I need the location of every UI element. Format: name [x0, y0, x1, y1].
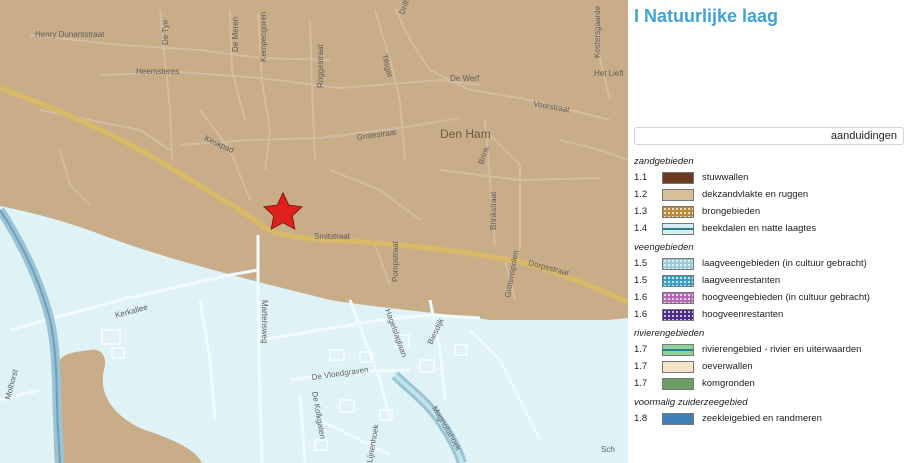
- legend-item-code: 1.5: [634, 258, 648, 269]
- label-den-ham: Den Ham: [440, 127, 491, 141]
- legend-group-heading: zandgebieden: [634, 156, 694, 167]
- legend-item-label: zeekleigebied en randmeren: [702, 413, 822, 424]
- legend-item-code: 1.2: [634, 189, 648, 200]
- legend-swatch: [662, 343, 694, 356]
- legend-item-code: 1.4: [634, 223, 648, 234]
- legend-swatch: [662, 274, 694, 287]
- legend-swatch: [662, 188, 694, 201]
- legend-swatch: [662, 222, 694, 235]
- legend-item-code: 1.8: [634, 413, 648, 424]
- legend-item-code: 1.1: [634, 172, 648, 183]
- legend-swatch: [662, 205, 694, 218]
- legend-item-label: stuwwallen: [702, 172, 749, 183]
- legend-item-label: komgronden: [702, 378, 755, 389]
- label-brinkstraat: Brinkstraat: [489, 191, 498, 230]
- legend-item-label: dekzandvlakte en ruggen: [702, 189, 809, 200]
- label-pompstraat: Pompstraat: [391, 240, 400, 282]
- label-de-werf: De Werf: [450, 74, 480, 83]
- legend-item: 1.6 hoogveengebieden (in cultuur gebracht…: [634, 289, 912, 306]
- label-roggestraat: Roggestraat: [316, 44, 325, 88]
- legend-item-label: laagveengebieden (in cultuur gebracht): [702, 258, 867, 269]
- legend-item-label: beekdalen en natte laagtes: [702, 223, 817, 234]
- label-de-tye: De Tye: [161, 19, 170, 45]
- legend-body: zandgebieden 1.1 stuwwallen 1.2 dekzandvlakt…: [634, 156, 912, 427]
- label-martensweg: Martensweg: [260, 300, 269, 344]
- legend-group-heading: rivierengebieden: [634, 328, 705, 339]
- legend-header-aanduidingen: aanduidingen: [634, 127, 904, 145]
- legend-item: 1.8 zeekleigebied en randmeren: [634, 410, 912, 427]
- legend-item-code: 1.7: [634, 344, 648, 355]
- label-sch: Sch: [601, 445, 615, 454]
- legend-item: 1.7 rivierengebied - rivier en uiterwaard…: [634, 341, 912, 358]
- legend-item: 1.5 laagveengebieden (in cultuur gebracht…: [634, 255, 912, 272]
- legend-group-heading: voormalig zuiderzeegebied: [634, 397, 748, 408]
- map-canvas[interactable]: Henry Dunantstraat De Tye De Meren Kempe…: [0, 0, 628, 463]
- map-view[interactable]: Henry Dunantstraat De Tye De Meren Kempe…: [0, 0, 628, 463]
- legend-item-code: 1.6: [634, 292, 648, 303]
- legend-swatch: [662, 377, 694, 390]
- legend-item-label: rivierengebied - rivier en uiterwaarden: [702, 344, 862, 355]
- legend-item: 1.7 oeverwallen: [634, 358, 912, 375]
- legend-panel: I Natuurlijke laag aanduidingen zandgebi…: [628, 0, 915, 463]
- legend-item-code: 1.5: [634, 275, 648, 286]
- legend-item: 1.4 beekdalen en natte laagtes: [634, 220, 912, 237]
- legend-title: I Natuurlijke laag: [634, 6, 779, 26]
- label-smitstraat: Smitstraat: [314, 232, 351, 241]
- legend-item-label: hoogveengebieden (in cultuur gebracht): [702, 292, 870, 303]
- legend-swatch: [662, 291, 694, 304]
- legend-swatch: [662, 171, 694, 184]
- legend-swatch: [662, 360, 694, 373]
- legend-item-code: 1.6: [634, 309, 648, 320]
- label-heemsteres: Heemsteres: [136, 67, 179, 76]
- legend-item-label: laagveenrestanten: [702, 275, 781, 286]
- legend-swatch: [662, 308, 694, 321]
- legend-item-label: oeverwallen: [702, 361, 753, 372]
- legend-item-label: hoogveenrestanten: [702, 309, 784, 320]
- label-henry-dunantstraat: Henry Dunantstraat: [35, 30, 105, 39]
- legend-item: 1.3 brongebieden: [634, 203, 912, 220]
- legend-group-heading: veengebieden: [634, 242, 694, 253]
- legend-item: 1.7 komgronden: [634, 375, 912, 392]
- legend-swatch: [662, 412, 694, 425]
- legend-item: 1.5 laagveenrestanten: [634, 272, 912, 289]
- legend-item-label: brongebieden: [702, 206, 761, 217]
- legend-item: 1.2 dekzandvlakte en ruggen: [634, 186, 912, 203]
- legend-item-code: 1.7: [634, 361, 648, 372]
- label-de-meren: De Meren: [231, 17, 240, 52]
- legend-item: 1.1 stuwwallen: [634, 169, 912, 186]
- label-kostersgaarde: Kostersgaarde: [593, 5, 602, 58]
- legend-item: 1.6 hoogveenrestanten: [634, 306, 912, 323]
- legend-item-code: 1.7: [634, 378, 648, 389]
- legend-swatch: [662, 257, 694, 270]
- label-het-liefland: Het Liefl: [594, 69, 624, 78]
- legend-item-code: 1.3: [634, 206, 648, 217]
- label-kempengoren: Kempengoren: [259, 12, 268, 62]
